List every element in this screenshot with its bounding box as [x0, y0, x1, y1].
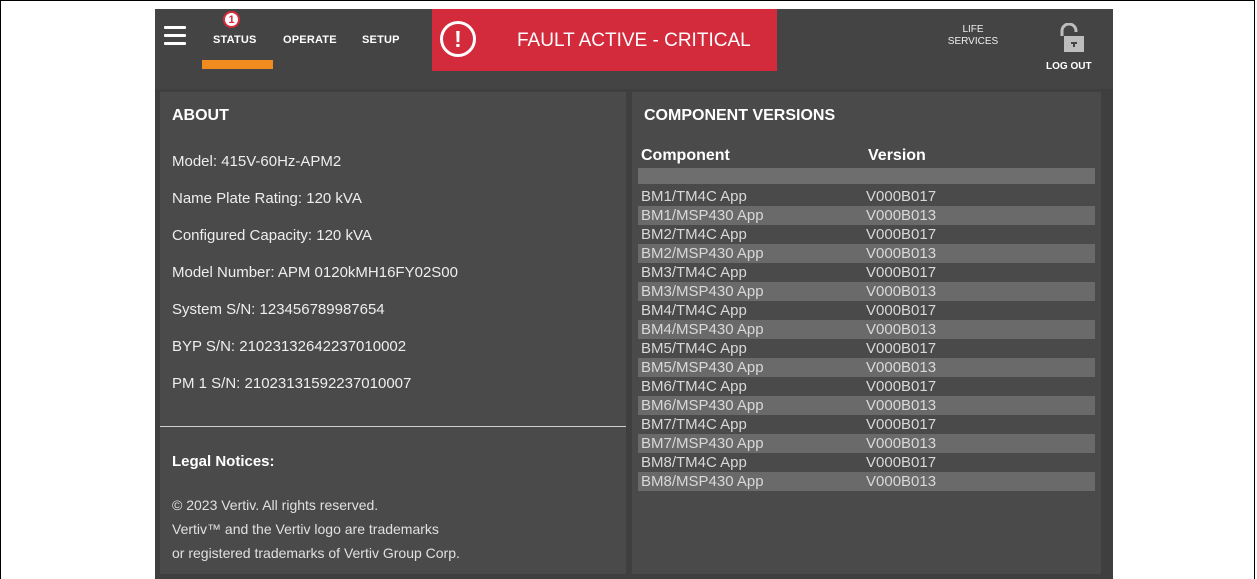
- about-title: ABOUT: [172, 107, 229, 124]
- table-row: BM6/MSP430 App V000B013: [638, 396, 1095, 415]
- life-services-line2: SERVICES: [947, 36, 999, 47]
- table-row: BM3/TM4C App V000B017: [641, 264, 937, 281]
- pm1-serial-text: PM 1 S/N: 21023131592237010007: [172, 375, 412, 392]
- hamburger-menu-icon[interactable]: [164, 26, 186, 46]
- alert-icon: !: [440, 21, 476, 57]
- table-row: BM5/MSP430 App V000B013: [638, 358, 1095, 377]
- fault-banner[interactable]: ! FAULT ACTIVE - CRITICAL: [432, 9, 777, 71]
- fault-banner-text: FAULT ACTIVE - CRITICAL: [517, 30, 751, 51]
- active-tab-indicator: [202, 60, 273, 69]
- name-plate-rating-text: Name Plate Rating: 120 kVA: [172, 190, 362, 207]
- table-row: BM6/TM4C App V000B017: [641, 378, 937, 395]
- table-row: BM7/TM4C App V000B017: [641, 416, 937, 433]
- section-divider: [160, 426, 626, 427]
- legal-notices-title: Legal Notices:: [172, 453, 275, 470]
- unlocked-padlock-icon[interactable]: [1059, 23, 1085, 53]
- component-versions-panel: COMPONENT VERSIONS Component Version BM1…: [632, 92, 1101, 574]
- table-header-spacer: [638, 168, 1095, 184]
- table-row: BM7/MSP430 App V000B013: [638, 434, 1095, 453]
- column-header-component: Component: [641, 147, 730, 164]
- logout-button[interactable]: LOG OUT: [1046, 61, 1092, 72]
- table-row: BM2/MSP430 App V000B013: [638, 244, 1095, 263]
- table-row: BM1/TM4C App V000B017: [641, 188, 937, 205]
- table-row: BM5/TM4C App V000B017: [641, 340, 937, 357]
- table-row: BM1/MSP430 App V000B013: [638, 206, 1095, 225]
- tab-status[interactable]: STATUS: [213, 34, 257, 46]
- status-alarm-badge: 1: [223, 11, 240, 28]
- configured-capacity-text: Configured Capacity: 120 kVA: [172, 227, 372, 244]
- legal-line-3: or registered trademarks of Vertiv Group…: [172, 545, 460, 561]
- life-services-line1: LIFE: [962, 24, 984, 35]
- about-panel: ABOUT Model: 415V-60Hz-APM2 Name Plate R…: [160, 92, 626, 574]
- table-row: BM8/MSP430 App V000B013: [638, 472, 1095, 491]
- ups-app-window: 1 STATUS OPERATE SETUP ! FAULT ACTIVE - …: [155, 9, 1113, 579]
- table-row: BM3/MSP430 App V000B013: [638, 282, 1095, 301]
- tab-setup[interactable]: SETUP: [362, 34, 400, 46]
- versions-table: BM1/TM4C App V000B017 BM1/MSP430 App V000B…: [638, 168, 1095, 491]
- legal-line-1: © 2023 Vertiv. All rights reserved.: [172, 497, 379, 513]
- component-versions-title: COMPONENT VERSIONS: [644, 107, 836, 124]
- tab-operate[interactable]: OPERATE: [283, 34, 337, 46]
- bypass-serial-text: BYP S/N: 21023132642237010002: [172, 338, 407, 355]
- table-row: BM8/TM4C App V000B017: [641, 454, 937, 471]
- model-text: Model: 415V-60Hz-APM2: [172, 153, 342, 170]
- model-number-text: Model Number: APM 0120kMH16FY02S00: [172, 264, 458, 281]
- table-row: BM4/MSP430 App V000B013: [638, 320, 1095, 339]
- life-services-button[interactable]: LIFE SERVICES: [943, 24, 1003, 48]
- legal-line-2: Vertiv™ and the Vertiv logo are trademar…: [172, 521, 439, 537]
- table-row: BM4/TM4C App V000B017: [641, 302, 937, 319]
- top-bar: 1 STATUS OPERATE SETUP ! FAULT ACTIVE - …: [155, 9, 1113, 89]
- table-row: BM2/TM4C App V000B017: [641, 226, 937, 243]
- column-header-version: Version: [868, 147, 926, 164]
- system-serial-text: System S/N: 123456789987654: [172, 301, 385, 318]
